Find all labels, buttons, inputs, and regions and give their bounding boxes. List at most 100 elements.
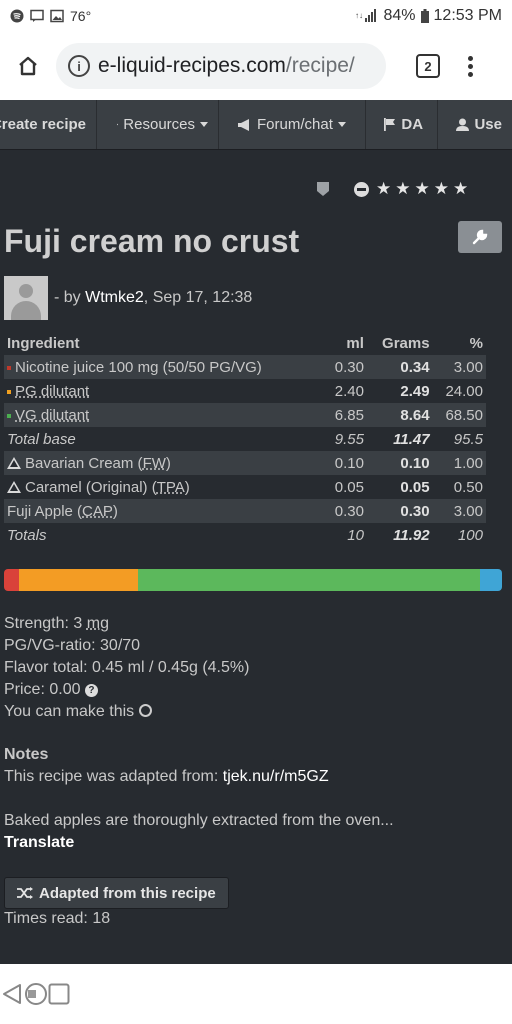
row-label: Totals <box>7 526 47 544</box>
flavor-link[interactable]: Fuji Apple <box>7 503 73 520</box>
signal-icon: ↑↓ <box>355 9 377 22</box>
ml-value: 9.55 <box>334 430 364 448</box>
info-circle-icon <box>117 123 119 126</box>
shuffle-icon <box>17 887 33 899</box>
tab-switcher-button[interactable]: 2 <box>416 54 440 78</box>
percent-value: 0.50 <box>453 478 483 496</box>
strength: Strength: 3 mg <box>4 613 249 635</box>
flavor-link[interactable]: Bavarian Cream <box>25 455 133 472</box>
column-header: Grams <box>382 334 430 352</box>
vendor-link[interactable]: FW <box>143 455 166 472</box>
nav-forum-chat[interactable]: Forum/chat <box>219 100 367 149</box>
grams-value: 0.10 <box>366 451 433 475</box>
check-circle-icon <box>138 704 152 717</box>
ml-value: 0.30 <box>323 355 367 379</box>
grams-value: 11.47 <box>393 430 430 448</box>
site-navbar: Create recipe Resources Forum/chat DA Us… <box>0 100 512 150</box>
overview-icon[interactable] <box>48 983 70 1005</box>
author-link[interactable]: Wtmke2 <box>85 289 144 307</box>
recipe-title: Fuji cream no crust <box>4 223 300 259</box>
battery-percent: 84% <box>383 7 416 24</box>
can-make-text: You can make this <box>4 703 135 720</box>
grams-value: 0.34 <box>366 355 433 379</box>
vendor-link[interactable]: TPA <box>157 479 185 496</box>
ingredient-name[interactable]: VG dilutant <box>15 407 89 424</box>
wrench-icon <box>472 229 488 245</box>
column-header: % <box>469 334 483 352</box>
ml-value: 6.85 <box>323 403 367 427</box>
price-value: Price: 0.00 <box>4 681 81 698</box>
star-icon[interactable]: ★ <box>434 179 449 199</box>
nav-user[interactable]: Use <box>438 100 512 149</box>
grams-value: 0.05 <box>400 478 430 496</box>
warning-icon <box>7 456 21 469</box>
nav-resources-label: Resources <box>123 116 195 133</box>
message-icon <box>30 9 44 22</box>
totals-row: Totals 10 11.92 100 <box>4 523 486 547</box>
overflow-menu-icon[interactable] <box>468 55 473 77</box>
composition-bar <box>4 569 502 591</box>
chevron-down-icon <box>337 122 346 127</box>
flavor-link[interactable]: Caramel (Original) <box>25 479 148 496</box>
recipe-content: ★ ★ ★ ★ ★ Fuji cream no crust - by Wtmke… <box>0 151 512 964</box>
table-row: Nicotine juice 100 mg (50/50 PG/VG) 0.30… <box>4 355 486 379</box>
nav-create-recipe[interactable]: Create recipe <box>0 100 97 149</box>
star-icon[interactable]: ★ <box>376 179 391 199</box>
author-prefix: - by <box>54 289 81 306</box>
column-header: Ingredient <box>7 334 80 352</box>
image-icon <box>50 9 64 23</box>
ingredient-name: Nicotine juice 100 mg (50/50 PG/VG) <box>15 358 262 376</box>
adapted-line: This recipe was adapted from: tjek.nu/r/… <box>4 766 394 788</box>
pg-color-icon <box>7 389 11 394</box>
translate-link[interactable]: Translate <box>4 832 394 854</box>
rating-widget: ★ ★ ★ ★ ★ <box>316 179 468 199</box>
nav-resources[interactable]: Resources <box>97 100 219 149</box>
back-icon[interactable] <box>0 982 24 1006</box>
nav-create-recipe-label: Create recipe <box>0 116 86 133</box>
table-row: Fuji Apple (CAP) 0.30 0.30 3.00 <box>4 499 486 523</box>
battery-icon <box>420 9 429 23</box>
grams-value: 8.64 <box>366 403 433 427</box>
recipe-date: , Sep 17, 12:38 <box>143 289 253 306</box>
url-bar[interactable]: i e-liquid-recipes.com/recipe/ <box>56 43 386 89</box>
percent-value: 95.5 <box>453 430 483 448</box>
percent-value: 100 <box>457 526 483 544</box>
star-icon[interactable]: ★ <box>453 179 468 199</box>
url-domain: e-liquid-recipes.com <box>98 54 286 77</box>
home-icon <box>19 56 37 76</box>
tag-icon[interactable] <box>316 181 330 197</box>
info-icon[interactable]: i <box>68 55 90 77</box>
star-icon[interactable]: ★ <box>415 179 430 199</box>
composition-segment-vg <box>138 569 480 591</box>
browser-toolbar: i e-liquid-recipes.com/recipe/ 2 <box>0 32 512 100</box>
grams-value: 0.30 <box>366 499 433 523</box>
nav-da-label: DA <box>401 116 424 133</box>
table-header-row: Ingredient ml Grams % <box>4 331 486 355</box>
remove-rating-icon[interactable] <box>354 181 369 197</box>
strength-unit: mg <box>86 615 109 632</box>
star-icon[interactable]: ★ <box>395 179 410 199</box>
notes-body: Baked apples are thoroughly extracted fr… <box>4 812 394 829</box>
column-header: ml <box>346 334 364 352</box>
avatar[interactable] <box>4 276 48 320</box>
table-row: PG dilutant 2.40 2.49 24.00 <box>4 379 486 403</box>
ingredient-name[interactable]: PG dilutant <box>15 383 89 400</box>
grams-value: 11.92 <box>393 526 430 544</box>
adapted-link[interactable]: tjek.nu/r/m5GZ <box>223 768 329 785</box>
adapted-from-recipe-button[interactable]: Adapted from this recipe <box>4 877 229 909</box>
nav-user-label: Use <box>474 116 502 133</box>
ingredients-table: Ingredient ml Grams % Nicotine juice 100… <box>4 331 486 547</box>
nav-da[interactable]: DA <box>366 100 439 149</box>
help-icon[interactable]: ? <box>84 684 98 697</box>
table-row: Bavarian Cream (FW) 0.10 0.10 1.00 <box>4 451 486 475</box>
table-row: VG dilutant 6.85 8.64 68.50 <box>4 403 486 427</box>
adapted-text: This recipe was adapted from: <box>4 768 219 785</box>
home-button[interactable] <box>0 32 56 100</box>
ml-value: 0.30 <box>323 499 367 523</box>
edit-tools-button[interactable] <box>458 221 502 253</box>
composition-segment-pg <box>18 569 139 591</box>
svg-text:↑↓: ↑↓ <box>355 11 363 20</box>
row-label: Total base <box>7 430 76 448</box>
vendor-link[interactable]: CAP <box>82 503 113 520</box>
notes-section: Notes This recipe was adapted from: tjek… <box>4 744 394 854</box>
